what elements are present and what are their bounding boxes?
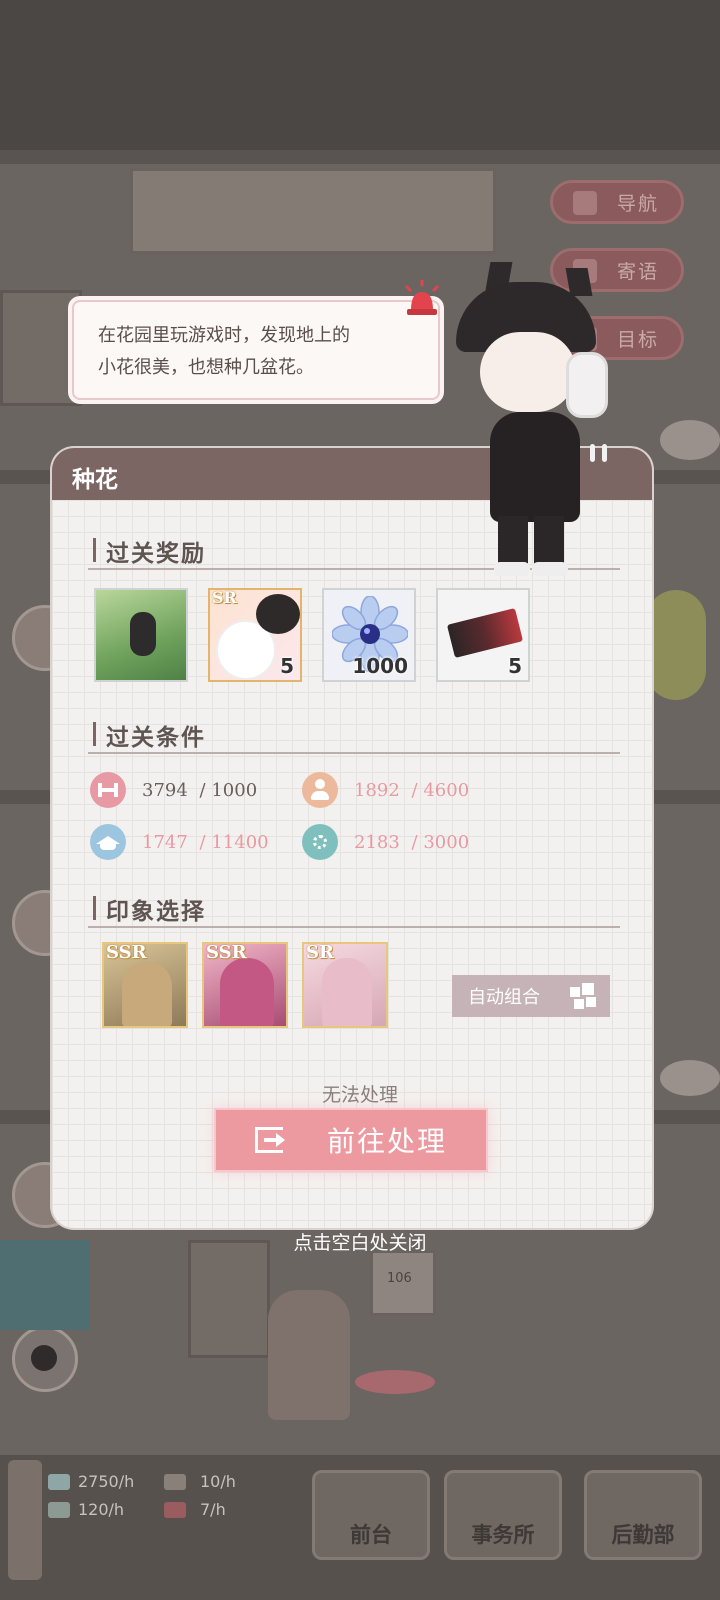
reward-item[interactable]: 1000 — [322, 588, 416, 682]
character-portrait — [122, 962, 172, 1026]
go-process-label: 前往处理 — [326, 1125, 447, 1158]
black-hoodie — [490, 412, 580, 522]
reward-count: 1000 — [352, 654, 408, 678]
resource-value: 10/h — [200, 1472, 236, 1491]
tab-logistics-label: 后勤部 — [611, 1523, 675, 1547]
shoe — [494, 562, 530, 576]
section-divider — [88, 926, 620, 928]
top-dim-area — [0, 0, 720, 150]
close-hint-text[interactable]: 点击空白处关闭 — [0, 1228, 720, 1255]
impression-card[interactable]: SSR — [102, 942, 188, 1028]
condition-value: 1747 / 11400 — [142, 832, 269, 853]
condition-value: 2183 / 3000 — [354, 832, 469, 853]
goals-label: 目标 — [616, 328, 659, 351]
room-number: 106 — [387, 1271, 412, 1286]
cash-icon — [48, 1474, 70, 1490]
reward-item[interactable]: 5 — [436, 588, 530, 682]
tab-office-label: 事务所 — [471, 1523, 535, 1547]
reward-count: 5 — [280, 654, 294, 678]
navigate-button[interactable]: 导航 — [550, 180, 684, 224]
cat-icon — [31, 1345, 57, 1371]
mascot-character — [450, 262, 620, 582]
impression-card[interactable]: SR — [302, 942, 388, 1028]
character-figure — [130, 612, 156, 656]
impression-card[interactable]: SSR — [202, 942, 288, 1028]
reward-count: 5 — [508, 654, 522, 678]
leg — [498, 516, 528, 566]
rarity-badge: SR — [212, 588, 237, 607]
office-character[interactable] — [268, 1290, 350, 1420]
impression-section-title: 印象选择 — [93, 892, 206, 926]
condition-required: / 3000 — [411, 832, 470, 853]
character-portrait — [322, 958, 372, 1026]
condition-value: 1892 / 4600 — [354, 780, 469, 801]
background-room — [130, 168, 496, 254]
alarm-icon — [404, 280, 440, 315]
background-door — [188, 1240, 270, 1358]
condition-value: 3794 / 1000 — [142, 780, 257, 801]
tab-front-desk[interactable]: 前台 — [312, 1470, 430, 1560]
floor-rug — [355, 1370, 435, 1394]
condition-required: / 11400 — [199, 832, 269, 853]
person-icon — [302, 772, 338, 808]
background-plant-pot — [660, 420, 720, 460]
messages-label: 寄语 — [616, 260, 659, 283]
exit-arrow-icon — [254, 1127, 285, 1153]
rarity-badge: SR — [306, 942, 334, 963]
condition-current: 1747 — [142, 832, 188, 853]
dumbbell-icon — [90, 772, 126, 808]
rewards-section-title: 过关奖励 — [93, 534, 206, 568]
headphones — [566, 352, 608, 418]
condition-required: / 1000 — [199, 780, 258, 801]
tab-front-desk-label: 前台 — [350, 1523, 392, 1547]
resource-value: 2750/h — [78, 1472, 135, 1491]
person-icon — [164, 1474, 186, 1490]
go-process-button[interactable]: 前往处理 — [214, 1108, 488, 1172]
speech-line: 在花园里玩游戏时，发现地上的 — [98, 325, 350, 346]
condition-current: 3794 — [142, 780, 188, 801]
cannot-process-text: 无法处理 — [321, 1084, 398, 1106]
book-icon — [48, 1502, 70, 1518]
rarity-badge: SSR — [106, 942, 147, 963]
navigate-label: 导航 — [616, 192, 659, 215]
reward-item[interactable] — [94, 588, 188, 682]
leg — [534, 516, 564, 566]
tab-office[interactable]: 事务所 — [444, 1470, 562, 1560]
character-face — [480, 332, 576, 412]
cat-avatar-bubble[interactable] — [12, 1326, 78, 1392]
graduation-cap-icon — [90, 824, 126, 860]
condition-current: 2183 — [354, 832, 400, 853]
flower-icon — [302, 824, 338, 860]
auto-combo-label: 自动组合 — [468, 987, 540, 1008]
floor-divider — [0, 150, 720, 164]
section-divider — [88, 752, 620, 754]
background-plant — [646, 590, 706, 700]
scroll-decor — [8, 1460, 42, 1580]
character-speech-bubble: 在花园里玩游戏时，发现地上的 小花很美，也想种几盆花。 — [72, 300, 440, 400]
auto-combo-button[interactable]: 自动组合 — [452, 975, 610, 1017]
condition-current: 1892 — [354, 780, 400, 801]
speech-line: 小花很美，也想种几盆花。 — [98, 357, 314, 378]
background-door — [0, 290, 82, 406]
shoe — [532, 562, 568, 576]
grid-icon — [570, 983, 596, 1009]
character-portrait — [220, 958, 274, 1026]
room-number-plate: 106 — [370, 1250, 436, 1316]
condition-required: / 4600 — [411, 780, 470, 801]
tab-logistics[interactable]: 后勤部 — [584, 1470, 702, 1560]
resource-value: 7/h — [200, 1500, 226, 1519]
panel-title: 种花 — [72, 467, 118, 493]
black-cat — [256, 594, 300, 634]
conditions-section-title: 过关条件 — [93, 718, 206, 752]
resource-value: 120/h — [78, 1500, 125, 1519]
rarity-badge: SSR — [206, 942, 247, 963]
gift-icon — [164, 1502, 186, 1518]
map-icon — [573, 191, 597, 215]
reward-item[interactable]: SR 5 — [208, 588, 302, 682]
